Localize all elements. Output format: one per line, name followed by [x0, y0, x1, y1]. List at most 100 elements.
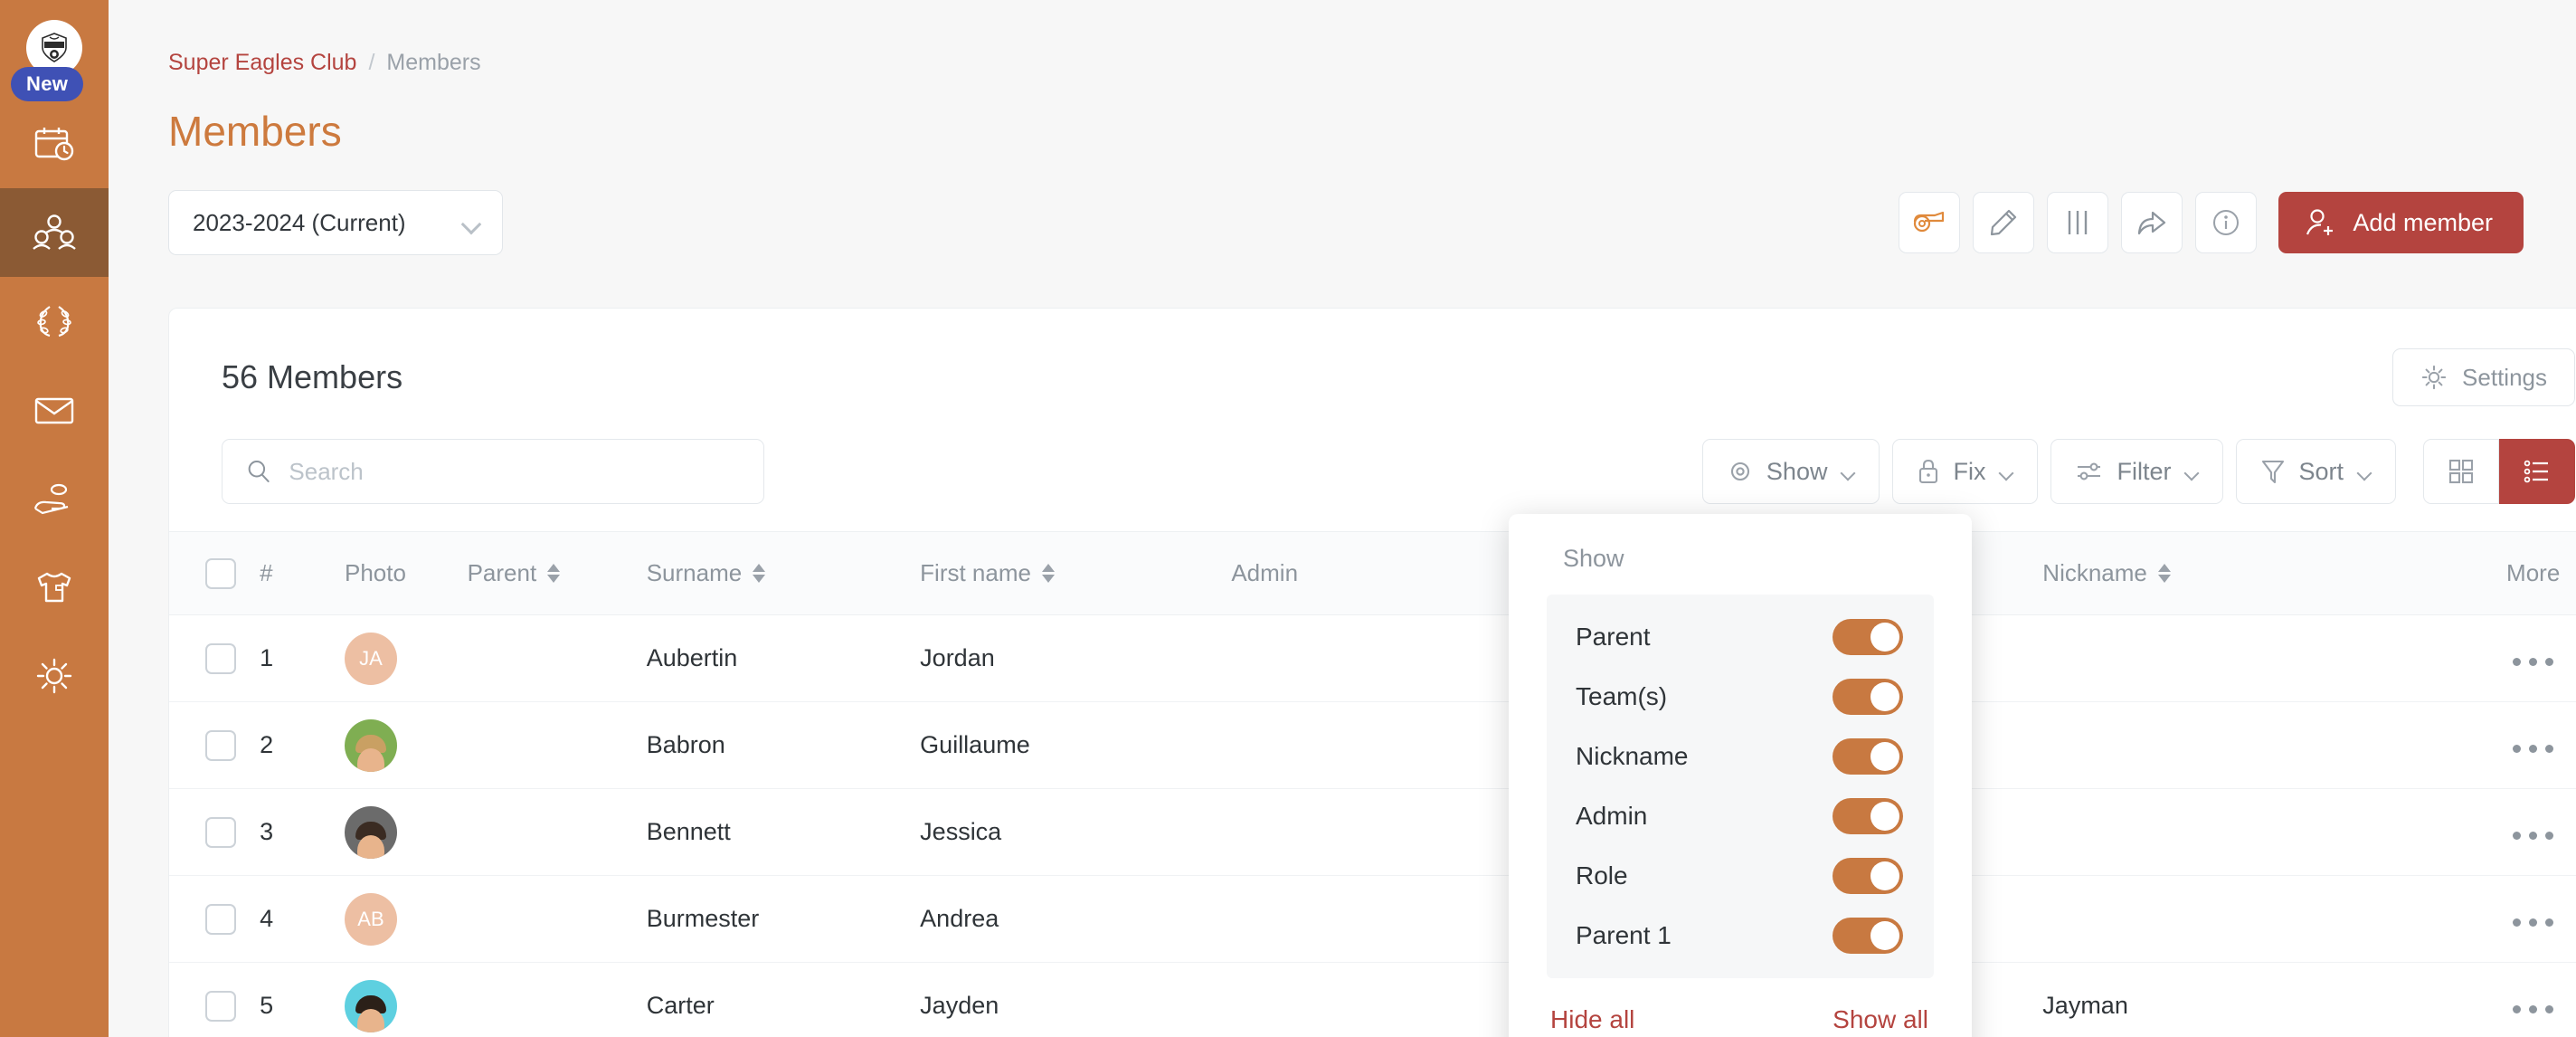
sidebar-item-payments[interactable]	[0, 454, 109, 543]
filter-dropdown-button[interactable]: Filter	[2050, 439, 2224, 504]
table-row[interactable]: 2 Babron Guillaume	[169, 702, 2576, 789]
sidebar-item-members[interactable]	[0, 188, 109, 277]
show-option-teams[interactable]: Team(s)	[1547, 667, 1934, 727]
members-card: 56 Members Settings Search Show Fix Filt…	[168, 308, 2576, 1037]
row-checkbox[interactable]	[205, 903, 236, 935]
row-surname: Burmester	[646, 905, 760, 932]
table-row[interactable]: 5 Carter Jayden Seniors J	[169, 963, 2576, 1037]
more-options-icon[interactable]	[2513, 1005, 2554, 1013]
row-admin	[1231, 876, 1514, 963]
th-select-all	[169, 532, 260, 615]
row-admin	[1231, 702, 1514, 789]
show-all-link[interactable]: Show all	[1833, 1005, 1928, 1034]
table-row[interactable]: 1 JA Aubertin Jordan	[169, 615, 2576, 702]
row-admin	[1231, 615, 1514, 702]
eye-icon	[1730, 461, 1749, 481]
share-button[interactable]	[2121, 192, 2183, 253]
row-checkbox[interactable]	[205, 990, 236, 1022]
row-nickname	[2042, 702, 2439, 789]
sidebar-item-messages[interactable]	[0, 366, 109, 454]
sidebar-new-badge: New	[11, 67, 84, 101]
add-member-button[interactable]: Add member	[2278, 192, 2524, 253]
sidebar-nav	[0, 100, 109, 720]
sort-arrows-icon[interactable]	[547, 564, 561, 583]
avatar: JA	[344, 632, 397, 685]
search-input[interactable]	[289, 457, 740, 486]
season-select-value: 2023-2024 (Current)	[193, 208, 406, 236]
sidebar-item-shop[interactable]	[0, 543, 109, 632]
row-checkbox[interactable]	[205, 816, 236, 848]
hide-all-link[interactable]: Hide all	[1550, 1005, 1634, 1034]
row-parent	[468, 615, 647, 702]
select-all-checkbox[interactable]	[205, 557, 236, 589]
row-first-name: Andrea	[920, 905, 999, 932]
toggle-switch[interactable]	[1833, 619, 1903, 655]
settings-button[interactable]: Settings	[2392, 348, 2575, 406]
th-parent[interactable]: Parent	[468, 532, 647, 615]
envelope-icon	[34, 397, 74, 424]
grid-view-button[interactable]	[2423, 439, 2499, 504]
sidebar-item-settings[interactable]	[0, 632, 109, 720]
avatar-initials: JA	[359, 646, 383, 670]
table-row[interactable]: 3 Bennett Jessica	[169, 789, 2576, 876]
more-options-icon[interactable]	[2513, 658, 2554, 666]
th-first-name[interactable]: First name	[920, 532, 1231, 615]
th-nickname[interactable]: Nickname	[2042, 532, 2439, 615]
row-more[interactable]	[2439, 876, 2576, 963]
breadcrumb-club-link[interactable]: Super Eagles Club	[168, 50, 356, 76]
show-option-parent[interactable]: Parent	[1547, 607, 1934, 667]
show-dropdown-button[interactable]: Show	[1701, 439, 1880, 504]
th-photo-label: Photo	[344, 559, 406, 586]
show-panel-footer: Hide all Show all	[1509, 978, 1972, 1037]
show-option-nickname[interactable]: Nickname	[1547, 727, 1934, 786]
list-view-button[interactable]	[2499, 439, 2575, 504]
list-view-icon	[2524, 460, 2548, 483]
table-row[interactable]: 4 AB Burmester Andrea	[169, 876, 2576, 963]
row-surname: Babron	[646, 731, 725, 758]
row-checkbox-cell	[169, 615, 260, 702]
row-checkbox-cell	[169, 702, 260, 789]
toggle-switch[interactable]	[1833, 858, 1903, 894]
th-nickname-label: Nickname	[2042, 559, 2147, 586]
fix-dropdown-button[interactable]: Fix	[1892, 439, 2039, 504]
row-checkbox[interactable]	[205, 642, 236, 674]
row-more[interactable]	[2439, 615, 2576, 702]
more-options-icon[interactable]	[2513, 832, 2554, 840]
card-header: 56 Members Settings	[169, 309, 2576, 406]
search-icon	[248, 461, 270, 482]
sidebar-item-calendar[interactable]	[0, 100, 109, 188]
whistle-button[interactable]	[1899, 192, 1961, 253]
row-more[interactable]	[2439, 963, 2576, 1037]
season-select[interactable]: 2023-2024 (Current)	[168, 190, 503, 255]
main-content: Super Eagles Club / Members Members 2023…	[109, 0, 2576, 1037]
toggle-switch[interactable]	[1833, 738, 1903, 775]
more-options-icon[interactable]	[2513, 745, 2554, 753]
more-options-icon[interactable]	[2513, 918, 2554, 927]
edit-button[interactable]	[1973, 192, 2035, 253]
show-option-admin[interactable]: Admin	[1547, 786, 1934, 846]
row-more[interactable]	[2439, 702, 2576, 789]
sort-dropdown-button[interactable]: Sort	[2236, 439, 2396, 504]
sort-arrows-icon[interactable]	[1041, 564, 1055, 583]
show-option-label: Team(s)	[1576, 682, 1668, 710]
th-surname[interactable]: Surname	[647, 532, 920, 615]
show-option-role[interactable]: Role	[1547, 846, 1934, 906]
toggle-switch[interactable]	[1833, 679, 1903, 715]
th-number: #	[260, 532, 345, 615]
sort-arrows-icon[interactable]	[2157, 564, 2171, 583]
row-admin	[1231, 789, 1514, 876]
sidebar-item-competitions[interactable]	[0, 277, 109, 366]
row-more[interactable]	[2439, 789, 2576, 876]
show-option-parent1[interactable]: Parent 1	[1547, 906, 1934, 966]
info-button[interactable]	[2195, 192, 2258, 253]
show-columns-dropdown: Show Parent Team(s) Nickname Admin Role …	[1509, 514, 1972, 1037]
toggle-switch[interactable]	[1833, 798, 1903, 834]
toggle-switch[interactable]	[1833, 918, 1903, 954]
columns-button[interactable]	[2047, 192, 2109, 253]
search-box[interactable]	[222, 439, 764, 504]
row-parent	[468, 876, 647, 963]
show-panel-options: Parent Team(s) Nickname Admin Role Paren…	[1547, 595, 1934, 978]
avatar: AB	[344, 892, 397, 946]
sort-arrows-icon[interactable]	[753, 564, 766, 583]
row-checkbox[interactable]	[205, 729, 236, 761]
